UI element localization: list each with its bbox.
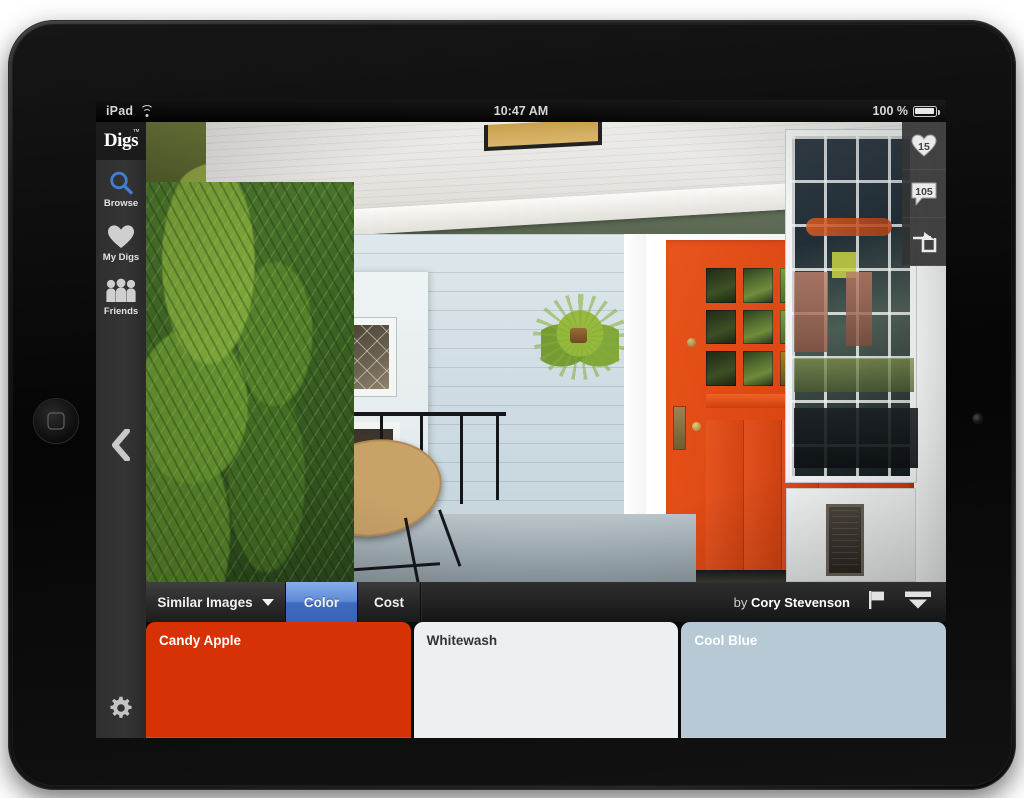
photo-glass-reflection-column-left [794, 272, 828, 352]
color-swatch-row: Candy Apple Whitewash Cool Blue [146, 622, 946, 738]
chevron-left-icon [112, 429, 130, 461]
tab-color[interactable]: Color [286, 582, 358, 622]
chevron-down-icon [261, 598, 274, 606]
status-bar: iPad 10:47 AM 100 % [96, 100, 946, 122]
app-screen: iPad 10:47 AM 100 % 15 105 Digs ™ Browse… [96, 100, 946, 738]
sidebar-item-browse[interactable]: Browse [96, 160, 146, 214]
flag-icon [869, 590, 884, 609]
comment-button[interactable]: 105 [902, 170, 946, 218]
app-logo[interactable]: Digs ™ [96, 122, 146, 160]
share-button[interactable] [902, 218, 946, 266]
photo-glass-reflection-garden [794, 358, 914, 392]
similar-images-dropdown[interactable]: Similar Images [146, 582, 286, 622]
byline-prefix: by [733, 594, 748, 610]
home-button-square-icon [47, 412, 65, 430]
search-icon [96, 169, 146, 197]
swatch-whitewash-label: Whitewash [426, 633, 498, 648]
share-icon [913, 231, 937, 252]
battery-icon [913, 105, 941, 117]
like-button[interactable]: 15 [902, 122, 946, 170]
photo-glass-reflection-shadow [794, 408, 918, 468]
similar-images-label: Similar Images [157, 594, 253, 610]
left-sidebar: Digs ™ Browse My Digs Friends [96, 122, 146, 738]
photo-fern-pot [570, 328, 587, 343]
swatch-cool-blue[interactable]: Cool Blue [681, 622, 946, 738]
sidebar-item-my-digs-label: My Digs [102, 252, 140, 263]
settings-button[interactable] [96, 686, 146, 730]
carrier-label: iPad [106, 104, 134, 118]
photo-action-buttons: 15 105 [902, 122, 946, 266]
collapse-button[interactable] [904, 590, 932, 615]
status-bar-clock: 10:47 AM [493, 104, 549, 118]
status-bar-right: 100 % [873, 104, 946, 118]
battery-percent-label: 100 % [872, 104, 908, 118]
photo-door-knob [692, 422, 701, 431]
wifi-icon [139, 104, 154, 117]
tab-cost-label: Cost [374, 594, 404, 610]
chevron-down-stack-icon [905, 591, 931, 608]
author-name[interactable]: Cory Stevenson [751, 595, 850, 610]
home-button[interactable] [34, 399, 78, 443]
swatch-candy-apple-label: Candy Apple [159, 633, 242, 648]
comment-count: 105 [915, 186, 933, 198]
sidebar-item-friends-label: Friends [103, 306, 139, 317]
trademark-symbol: ™ [132, 127, 141, 136]
photo-left-foliage [146, 182, 354, 582]
tab-color-label: Color [303, 594, 340, 610]
heart-icon [96, 223, 146, 251]
people-icon [96, 277, 146, 305]
bottom-toolbar: Similar Images Color Cost by Cory Steven… [146, 582, 946, 622]
toolbar-right: by Cory Stevenson [734, 590, 946, 615]
photo-mail-slot [826, 504, 864, 576]
photo-glass-reflection-column-right [846, 272, 872, 346]
ipad-device: iPad 10:47 AM 100 % 15 105 Digs ™ Browse… [8, 20, 1016, 790]
flag-button[interactable] [868, 590, 886, 615]
back-button[interactable] [96, 419, 146, 471]
photo-door-deadbolt [687, 338, 696, 347]
sidebar-item-friends[interactable]: Friends [96, 268, 146, 322]
like-count: 15 [918, 141, 930, 153]
sidebar-item-browse-label: Browse [103, 198, 139, 209]
photo-byline: by Cory Stevenson [734, 595, 850, 610]
gear-icon [110, 696, 132, 718]
photo-door-escutcheon [674, 407, 685, 449]
status-bar-left: iPad [96, 104, 154, 118]
front-camera [973, 414, 982, 423]
tab-cost[interactable]: Cost [358, 582, 421, 622]
photo-glass-reflection-car [806, 218, 892, 236]
featured-photo[interactable] [146, 122, 946, 582]
sidebar-item-my-digs[interactable]: My Digs [96, 214, 146, 268]
swatch-candy-apple[interactable]: Candy Apple [146, 622, 411, 738]
swatch-cool-blue-label: Cool Blue [694, 633, 758, 648]
swatch-whitewash[interactable]: Whitewash [413, 622, 679, 738]
